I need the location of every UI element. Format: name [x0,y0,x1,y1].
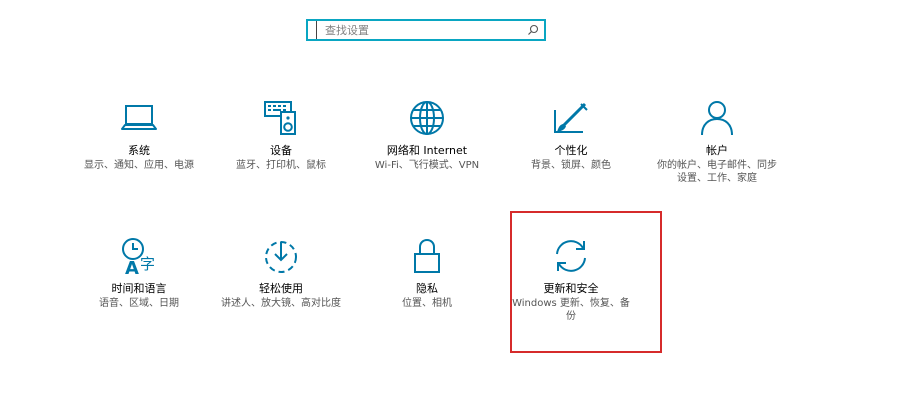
tile-desc: 语音、区域、日期 [99,298,179,309]
search-box[interactable] [306,19,546,41]
svg-text:A: A [125,258,139,276]
paint-brush-icon [549,96,593,140]
tile-desc: Wi-Fi、飞行模式、VPN [374,160,480,171]
tile-title: 设备 [270,144,292,157]
tile-title: 个性化 [554,144,588,157]
tile-desc: 背景、锁屏、颜色 [531,160,611,171]
tile-desc: 位置、相机 [402,298,452,309]
keyboard-speaker-icon [259,96,303,140]
tile-desc: 你的帐户、电子邮件、同步设置、工作、家庭 [657,160,777,184]
settings-tile-system[interactable]: 系统 显示、通知、应用、电源 [64,96,214,172]
time-language-icon: A字 [117,234,161,278]
lock-icon [405,234,449,278]
highlight-box [510,211,662,353]
tile-title: 时间和语言 [111,282,167,295]
ease-of-access-icon [259,234,303,278]
settings-tile-time-language[interactable]: A字 时间和语言 语音、区域、日期 [64,234,214,310]
globe-icon [405,96,449,140]
tile-title: 轻松使用 [259,282,303,295]
settings-tile-accounts[interactable]: 帐户 你的帐户、电子邮件、同步设置、工作、家庭 [642,96,792,185]
tile-title: 网络和 Internet [386,144,468,157]
search-input[interactable] [316,21,524,39]
settings-tile-ease-of-access[interactable]: 轻松使用 讲述人、放大镜、高对比度 [206,234,356,310]
tile-desc: 显示、通知、应用、电源 [84,160,194,171]
settings-tile-network[interactable]: 网络和 Internet Wi-Fi、飞行模式、VPN [352,96,502,172]
settings-tile-privacy[interactable]: 隐私 位置、相机 [352,234,502,310]
tile-title: 隐私 [416,282,438,295]
tile-title: 帐户 [706,144,728,157]
person-icon [695,96,739,140]
tile-desc: 讲述人、放大镜、高对比度 [221,298,341,309]
svg-text:字: 字 [140,255,155,273]
settings-tile-personalization[interactable]: 个性化 背景、锁屏、颜色 [496,96,646,172]
tile-title: 系统 [128,144,150,157]
tile-desc: 蓝牙、打印机、鼠标 [236,160,326,171]
search-icon[interactable] [524,21,542,39]
laptop-icon [117,96,161,140]
settings-tile-devices[interactable]: 设备 蓝牙、打印机、鼠标 [206,96,356,172]
